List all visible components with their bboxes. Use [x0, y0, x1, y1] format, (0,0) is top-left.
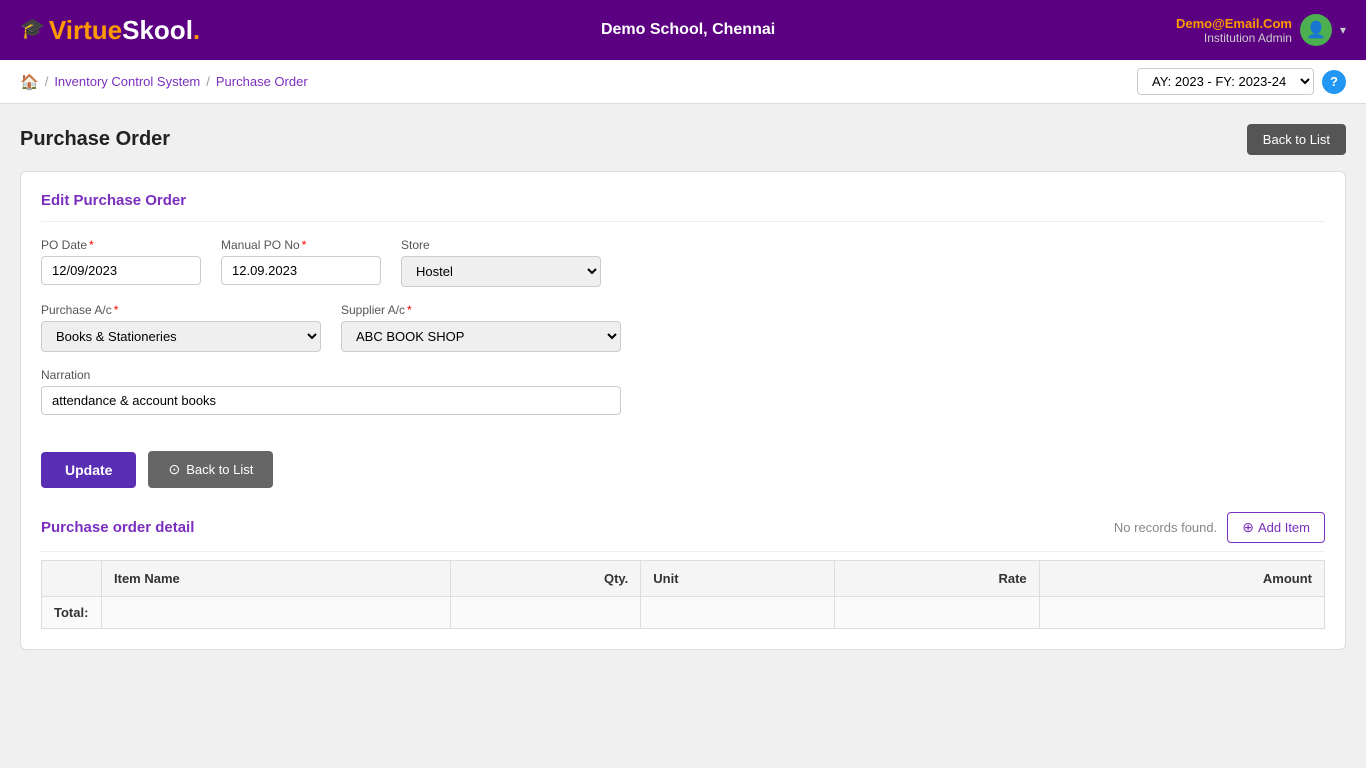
po-detail-actions: No records found. ⊕ Add Item — [1114, 512, 1325, 543]
breadcrumb-bar: 🏠 / Inventory Control System / Purchase … — [0, 60, 1366, 104]
page-title: Purchase Order — [20, 128, 170, 151]
store-select[interactable]: Hostel Main Store — [401, 256, 601, 287]
header: 🎓 VirtueSkool. Demo School, Chennai Demo… — [0, 0, 1366, 60]
table-body: Total: — [42, 597, 1325, 629]
form-row-1: PO Date* Manual PO No* Store Hostel Main… — [41, 238, 1325, 287]
manual-po-no-input[interactable] — [221, 256, 381, 285]
narration-label: Narration — [41, 368, 621, 382]
total-rate — [641, 597, 835, 629]
fy-dropdown[interactable]: AY: 2023 - FY: 2023-24 — [1137, 68, 1314, 95]
divider — [41, 551, 1325, 552]
table-total-row: Total: — [42, 597, 1325, 629]
po-detail-table: Item Name Qty. Unit Rate Amount Total: — [41, 560, 1325, 629]
col-header-item-name: Item Name — [102, 561, 451, 597]
po-date-group: PO Date* — [41, 238, 201, 287]
breadcrumb-sep-2: / — [206, 74, 210, 89]
purchase-ac-select[interactable]: Books & Stationeries Other — [41, 321, 321, 352]
avatar-icon: 👤 — [1306, 20, 1326, 40]
col-header-checkbox — [42, 561, 102, 597]
purchase-ac-group: Purchase A/c* Books & Stationeries Other — [41, 303, 321, 352]
page-header: Purchase Order Back to List — [20, 124, 1346, 155]
user-info: Demo@Email.Com Institution Admin — [1176, 16, 1292, 45]
total-label: Total: — [42, 597, 102, 629]
add-item-button[interactable]: ⊕ Add Item — [1227, 512, 1325, 543]
main-content: Purchase Order Back to List Edit Purchas… — [0, 104, 1366, 670]
back-to-list-header-button[interactable]: Back to List — [1247, 124, 1346, 155]
user-email: Demo@Email.Com — [1176, 16, 1292, 31]
manual-po-no-label: Manual PO No* — [221, 238, 381, 252]
supplier-ac-select[interactable]: ABC BOOK SHOP Other Supplier — [341, 321, 621, 352]
po-detail-title: Purchase order detail — [41, 519, 194, 536]
total-unit — [451, 597, 641, 629]
logo: 🎓 VirtueSkool. — [20, 15, 200, 46]
breadcrumb-current: Purchase Order — [216, 74, 308, 89]
po-date-label: PO Date* — [41, 238, 201, 252]
narration-group: Narration — [41, 368, 621, 415]
po-date-input[interactable] — [41, 256, 201, 285]
no-records-text: No records found. — [1114, 520, 1217, 535]
user-role: Institution Admin — [1176, 31, 1292, 45]
chevron-down-icon[interactable]: ▾ — [1340, 23, 1346, 37]
total-qty — [102, 597, 451, 629]
logo-text: VirtueSkool. — [49, 15, 200, 46]
store-label: Store — [401, 238, 601, 252]
user-section: Demo@Email.Com Institution Admin 👤 ▾ — [1176, 14, 1346, 46]
fy-selector: AY: 2023 - FY: 2023-24 ? — [1137, 68, 1346, 95]
col-header-qty: Qty. — [451, 561, 641, 597]
manual-po-no-group: Manual PO No* — [221, 238, 381, 287]
graduation-hat-icon: 🎓 — [20, 16, 45, 41]
breadcrumb-link-inventory[interactable]: Inventory Control System — [54, 74, 200, 89]
update-button[interactable]: Update — [41, 452, 136, 488]
total-amount — [834, 597, 1039, 629]
form-row-2: Purchase A/c* Books & Stationeries Other… — [41, 303, 1325, 352]
col-header-unit: Unit — [641, 561, 835, 597]
store-group: Store Hostel Main Store — [401, 238, 601, 287]
narration-input[interactable] — [41, 386, 621, 415]
form-card: Edit Purchase Order PO Date* Manual PO N… — [20, 171, 1346, 650]
total-amount-val — [1039, 597, 1324, 629]
form-section-title: Edit Purchase Order — [41, 192, 1325, 222]
col-header-rate: Rate — [834, 561, 1039, 597]
add-item-icon: ⊕ — [1242, 519, 1254, 536]
home-icon[interactable]: 🏠 — [20, 73, 39, 91]
table-header: Item Name Qty. Unit Rate Amount — [42, 561, 1325, 597]
po-detail-header: Purchase order detail No records found. … — [41, 512, 1325, 543]
form-row-3: Narration — [41, 368, 1325, 415]
col-header-amount: Amount — [1039, 561, 1324, 597]
breadcrumb: 🏠 / Inventory Control System / Purchase … — [20, 73, 308, 91]
back-to-list-form-button[interactable]: ⊙ Back to List — [148, 451, 273, 488]
supplier-ac-group: Supplier A/c* ABC BOOK SHOP Other Suppli… — [341, 303, 621, 352]
purchase-ac-label: Purchase A/c* — [41, 303, 321, 317]
form-actions: Update ⊙ Back to List — [41, 435, 1325, 488]
breadcrumb-sep-1: / — [45, 74, 49, 89]
avatar[interactable]: 👤 — [1300, 14, 1332, 46]
help-button[interactable]: ? — [1322, 70, 1346, 94]
back-circle-icon: ⊙ — [168, 461, 180, 478]
school-name: Demo School, Chennai — [601, 21, 775, 39]
supplier-ac-label: Supplier A/c* — [341, 303, 621, 317]
